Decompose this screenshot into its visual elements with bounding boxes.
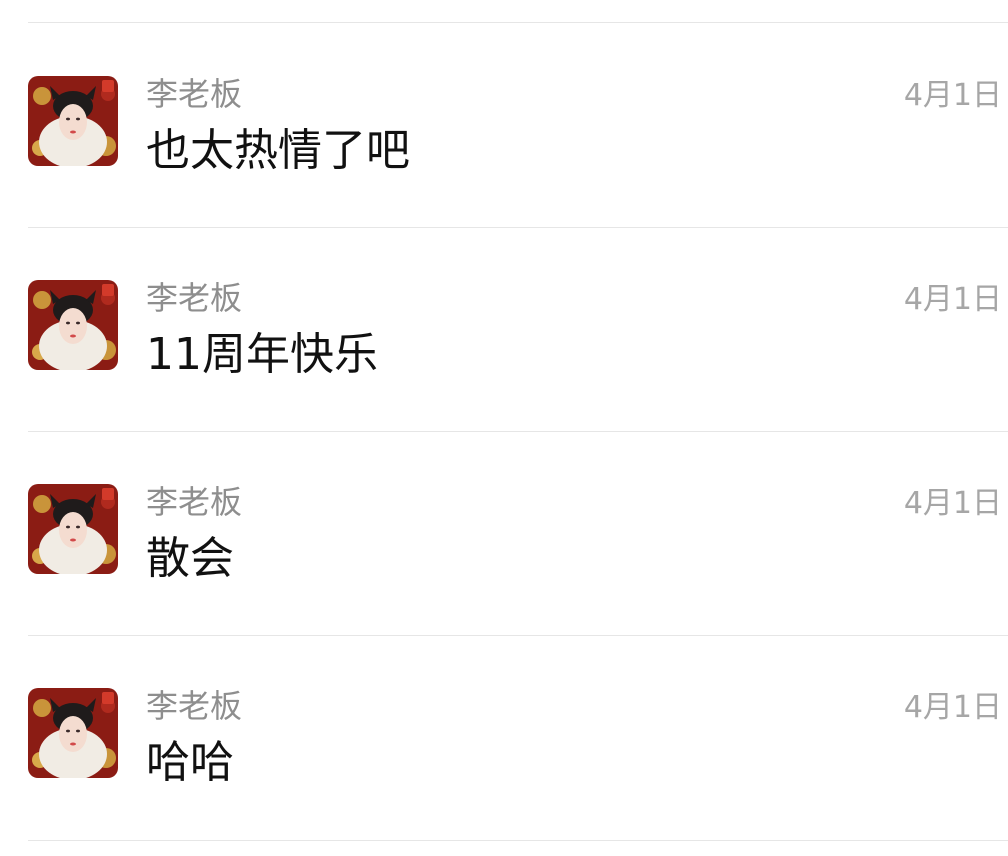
chat-list-item[interactable]: 李老板 也太热情了吧 4月1日 bbox=[0, 24, 1008, 228]
portrait-avatar-icon[interactable] bbox=[28, 280, 118, 370]
portrait-avatar-icon[interactable] bbox=[28, 688, 118, 778]
message-date: 4月1日 bbox=[903, 486, 1002, 521]
message-preview: 11周年快乐 bbox=[146, 329, 378, 380]
sender-name: 李老板 bbox=[146, 279, 243, 317]
message-date: 4月1日 bbox=[903, 690, 1002, 725]
sender-name: 李老板 bbox=[146, 483, 243, 521]
message-date: 4月1日 bbox=[903, 282, 1002, 317]
divider bbox=[28, 22, 1008, 23]
chat-list-item[interactable]: 李老板 哈哈 4月1日 bbox=[0, 636, 1008, 840]
chat-list-item[interactable]: 李老板 11周年快乐 4月1日 bbox=[0, 228, 1008, 432]
chat-list-item[interactable]: 李老板 散会 4月1日 bbox=[0, 432, 1008, 636]
message-preview: 散会 bbox=[146, 533, 234, 584]
sender-name: 李老板 bbox=[146, 687, 243, 725]
message-preview: 也太热情了吧 bbox=[146, 125, 410, 176]
portrait-avatar-icon[interactable] bbox=[28, 484, 118, 574]
message-date: 4月1日 bbox=[903, 78, 1002, 113]
divider bbox=[28, 840, 1008, 841]
sender-name: 李老板 bbox=[146, 75, 243, 113]
portrait-avatar-icon[interactable] bbox=[28, 76, 118, 166]
message-preview: 哈哈 bbox=[146, 737, 234, 788]
